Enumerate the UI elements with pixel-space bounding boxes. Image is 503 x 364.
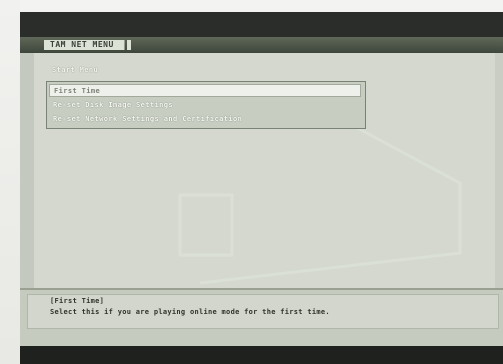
description-text: Select this if you are playing online mo…	[50, 308, 330, 316]
menu-item-reset-disk-image[interactable]: Re-set Disk Image Settings	[49, 99, 361, 112]
title-bar: TAM NET MENU	[20, 37, 503, 53]
menu-item-reset-network[interactable]: Re-set Network Settings and Certificatio…	[49, 113, 361, 126]
left-margin	[0, 0, 20, 364]
start-menu-list: First Time Re-set Disk Image Settings Re…	[46, 81, 366, 129]
decor-square	[178, 193, 234, 257]
description-title: [First Time]	[50, 297, 105, 305]
bottom-bar	[20, 346, 503, 364]
top-bar	[20, 12, 503, 37]
start-menu-title: Start Menu	[52, 66, 99, 74]
title-tab: TAM NET MENU	[44, 40, 138, 50]
menu-item-first-time[interactable]: First Time	[49, 84, 361, 97]
